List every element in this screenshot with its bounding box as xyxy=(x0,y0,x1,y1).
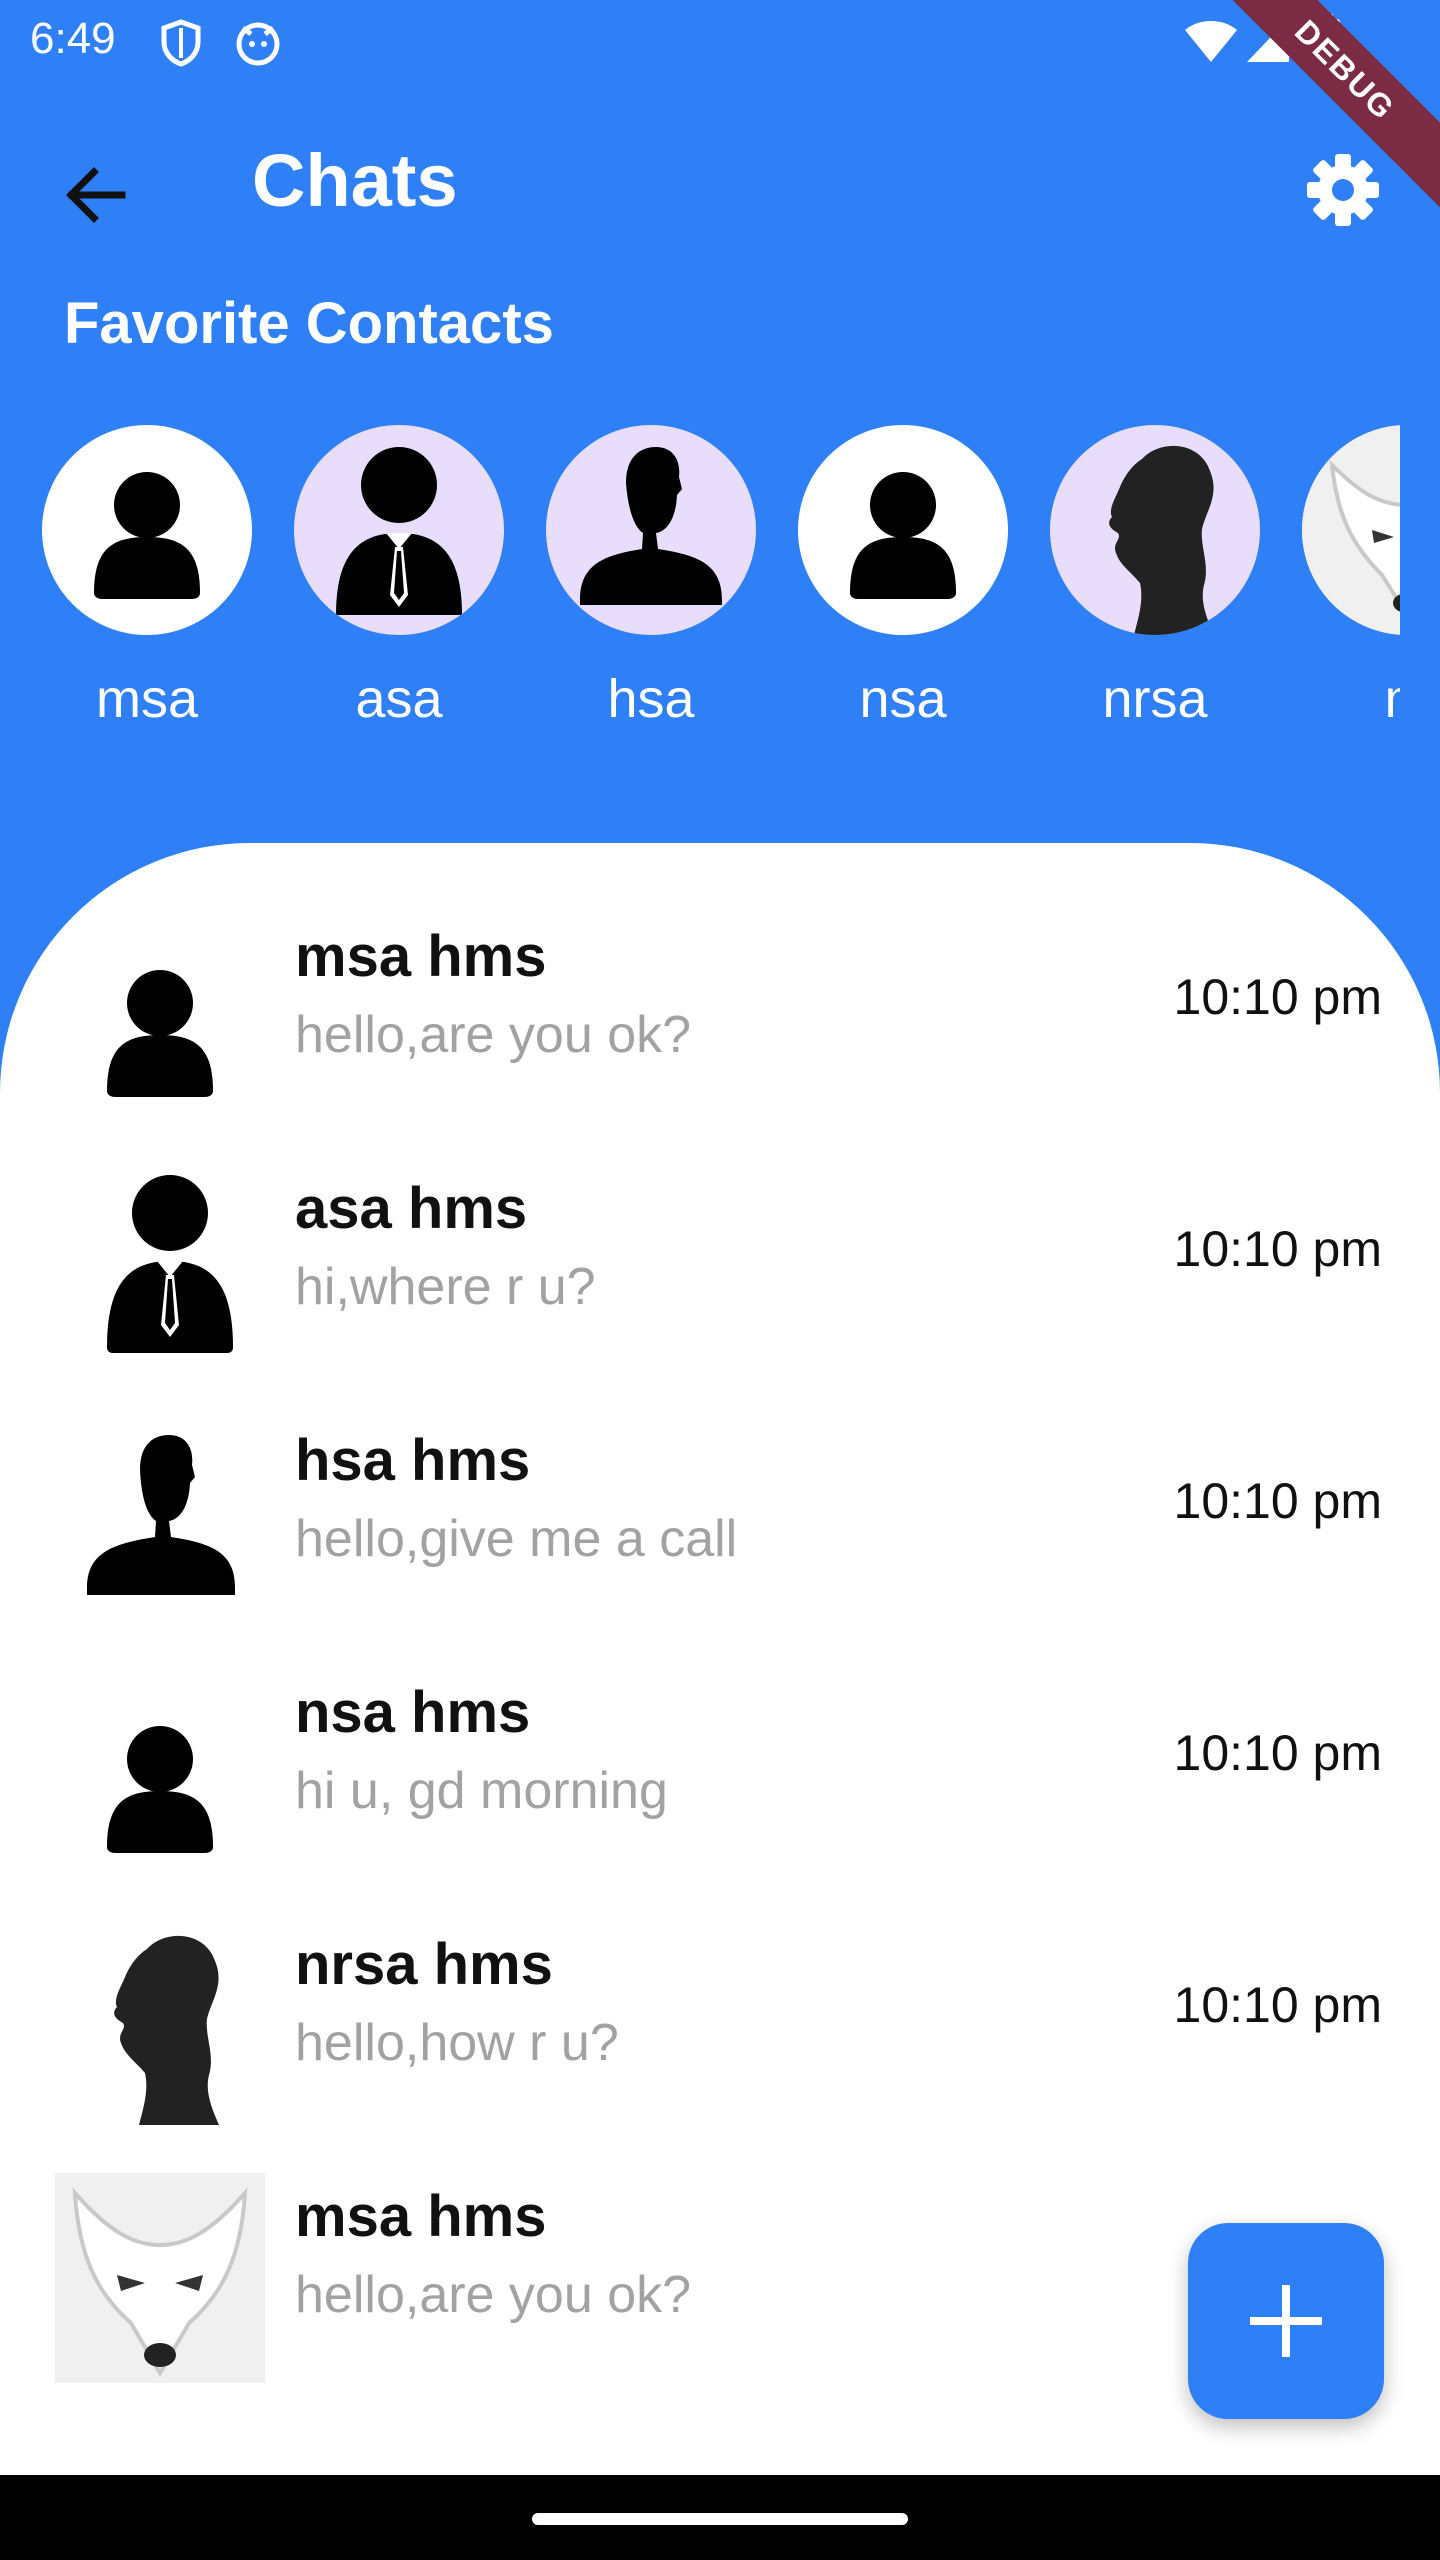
avatar xyxy=(55,913,265,1123)
chat-time: 10:10 pm xyxy=(1173,1725,1382,1781)
avatar xyxy=(1302,425,1400,635)
wolf-image xyxy=(1302,425,1400,635)
favorite-contact-name: msa xyxy=(95,669,198,729)
woman-silhouette-icon xyxy=(114,1935,219,2125)
avatar xyxy=(55,1417,265,1627)
person-icon xyxy=(94,472,200,599)
man-silhouette-icon xyxy=(87,1435,235,1595)
favorite-contact[interactable]: hsa xyxy=(525,420,777,740)
chat-contact-name: asa hms xyxy=(295,1176,528,1241)
woman-silhouette-icon xyxy=(1109,445,1214,635)
favorite-contact[interactable]: m xyxy=(1281,420,1400,740)
app-notification-icon xyxy=(233,18,283,73)
status-bar: 6:49 xyxy=(0,0,1440,90)
wifi-icon xyxy=(1183,16,1239,69)
favorite-contacts-row[interactable]: msa asa hsa nsa nrsa m xyxy=(0,420,1400,760)
chat-row[interactable]: nrsa hms hello,how r u? 10:10 pm xyxy=(0,1891,1440,2143)
businessman-icon xyxy=(107,1175,233,1353)
businessman-icon xyxy=(336,447,462,615)
chat-time: 10:10 pm xyxy=(1173,1977,1382,2033)
chat-last-message: hello,how r u? xyxy=(295,2014,619,2072)
favorite-contact-name: nsa xyxy=(859,669,947,729)
chat-last-message: hi,where r u? xyxy=(295,1258,596,1316)
avatar xyxy=(55,1921,265,2131)
chat-contact-name: msa hms xyxy=(295,2184,547,2249)
wolf-image xyxy=(55,2173,265,2383)
settings-button[interactable] xyxy=(1298,145,1388,235)
favorite-contact[interactable]: nsa xyxy=(777,420,1029,740)
favorite-contact[interactable]: msa xyxy=(21,420,273,740)
plus-icon xyxy=(1250,2285,1322,2357)
system-nav-bar xyxy=(0,2475,1440,2560)
favorite-contact-name: asa xyxy=(355,669,443,729)
avatar xyxy=(55,1669,265,1879)
chat-last-message: hello,are you ok? xyxy=(295,1006,692,1064)
chat-row[interactable]: nsa hms hi u, gd morning 10:10 pm xyxy=(0,1639,1440,1891)
avatar xyxy=(294,425,504,635)
chat-last-message: hello,are you ok? xyxy=(295,2266,692,2324)
favorite-contact[interactable]: nrsa xyxy=(1029,420,1281,740)
favorite-contact-name: m xyxy=(1281,668,1401,730)
avatar xyxy=(55,1165,265,1375)
chat-last-message: hello,give me a call xyxy=(295,1510,738,1568)
chat-contact-name: hsa hms xyxy=(295,1428,531,1493)
new-chat-button[interactable] xyxy=(1188,2223,1384,2419)
man-silhouette-icon xyxy=(580,447,722,605)
chat-row[interactable]: asa hms hi,where r u? 10:10 pm xyxy=(0,1135,1440,1387)
favorite-contact[interactable]: asa xyxy=(273,420,525,740)
favorite-contact-name: hsa xyxy=(607,669,695,729)
chat-row[interactable]: msa hms hello,are you ok? 10:10 pm xyxy=(0,883,1440,1135)
back-button[interactable] xyxy=(52,150,142,240)
chat-last-message: hi u, gd morning xyxy=(295,1762,668,1820)
avatar xyxy=(55,2173,265,2383)
avatar xyxy=(1050,425,1260,635)
chat-row[interactable]: hsa hms hello,give me a call 10:10 pm xyxy=(0,1387,1440,1639)
arrow-back-icon xyxy=(66,167,126,223)
app-bar: Chats xyxy=(0,110,1440,250)
chat-contact-name: nsa hms xyxy=(295,1680,531,1745)
home-indicator[interactable] xyxy=(532,2513,908,2525)
status-time: 6:49 xyxy=(30,14,116,63)
avatar xyxy=(42,425,252,635)
favorite-contacts-title: Favorite Contacts xyxy=(64,291,554,356)
chat-contact-name: msa hms xyxy=(295,924,547,989)
avatar xyxy=(546,425,756,635)
chat-time: 10:10 pm xyxy=(1173,969,1382,1025)
chat-time: 10:10 pm xyxy=(1173,1221,1382,1277)
chat-time: 10:10 pm xyxy=(1173,1473,1382,1529)
person-icon xyxy=(107,1726,213,1853)
person-icon xyxy=(850,472,956,599)
favorite-contact-name: nrsa xyxy=(1102,669,1208,729)
page-title: Chats xyxy=(252,139,458,222)
shield-icon xyxy=(158,18,204,73)
person-icon xyxy=(107,970,213,1097)
gear-icon xyxy=(1307,154,1379,226)
chat-contact-name: nrsa hms xyxy=(295,1932,553,1997)
avatar xyxy=(798,425,1008,635)
